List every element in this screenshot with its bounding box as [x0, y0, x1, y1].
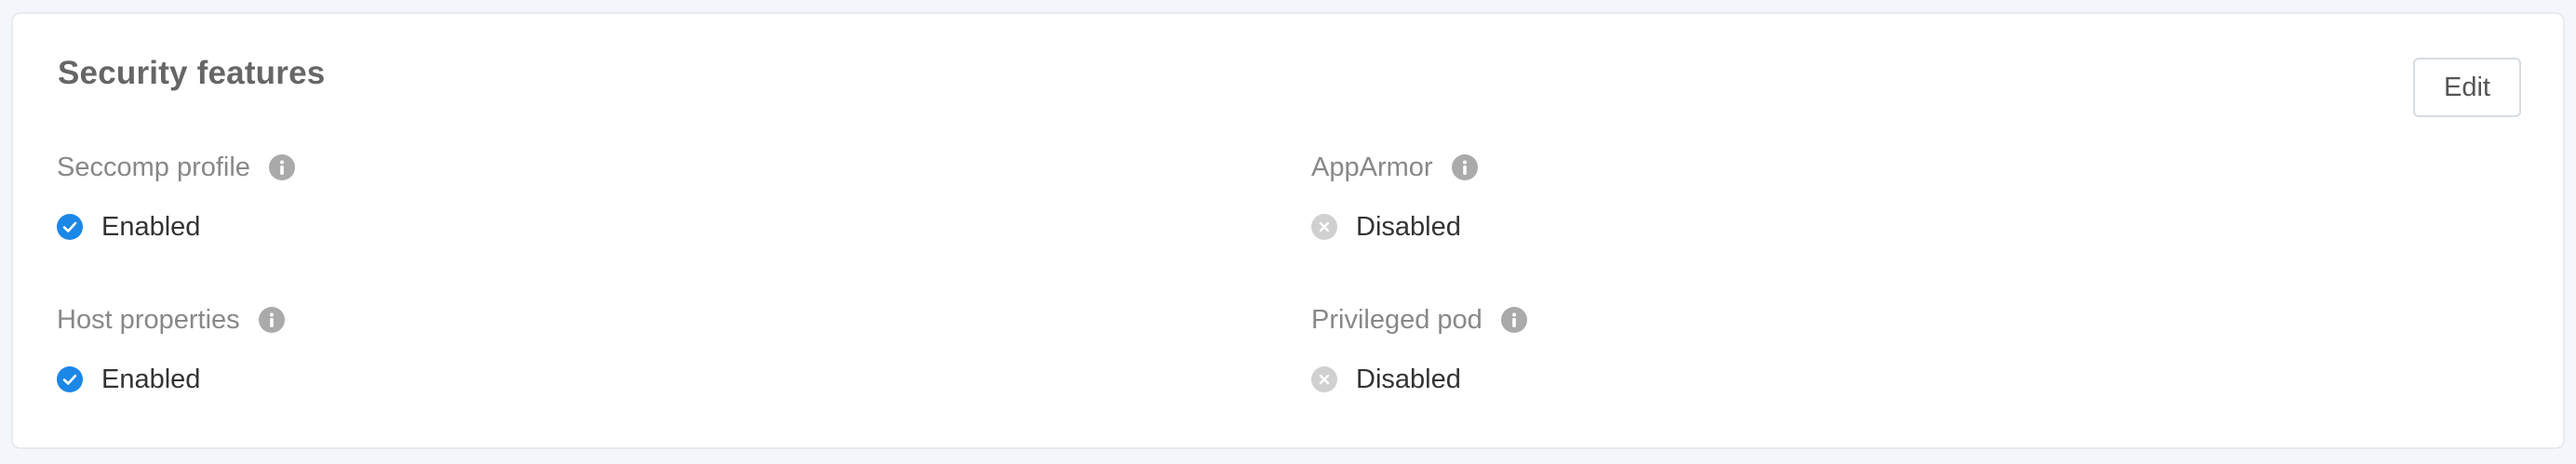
info-icon[interactable]: [1500, 307, 1527, 333]
card-title: Security features: [58, 55, 326, 91]
status-text: Disabled: [1356, 211, 1461, 242]
x-circle-icon: [1311, 214, 1337, 240]
feature-label: Privileged pod: [1311, 304, 1483, 335]
edit-button[interactable]: Edit: [2413, 58, 2521, 117]
info-icon[interactable]: [1451, 154, 1478, 180]
info-icon[interactable]: [258, 307, 285, 333]
status-text: Disabled: [1356, 364, 1461, 394]
status-text: Enabled: [101, 364, 201, 394]
security-features-card: Security features Edit Seccomp profile E…: [11, 12, 2565, 449]
feature-label: Host properties: [57, 304, 240, 335]
x-circle-icon: [1311, 366, 1337, 392]
check-circle-icon: [57, 366, 83, 392]
info-icon[interactable]: [268, 154, 295, 180]
check-circle-icon: [57, 214, 83, 240]
status-text: Enabled: [101, 211, 201, 242]
feature-label: AppArmor: [1311, 152, 1433, 182]
feature-label: Seccomp profile: [57, 152, 250, 182]
